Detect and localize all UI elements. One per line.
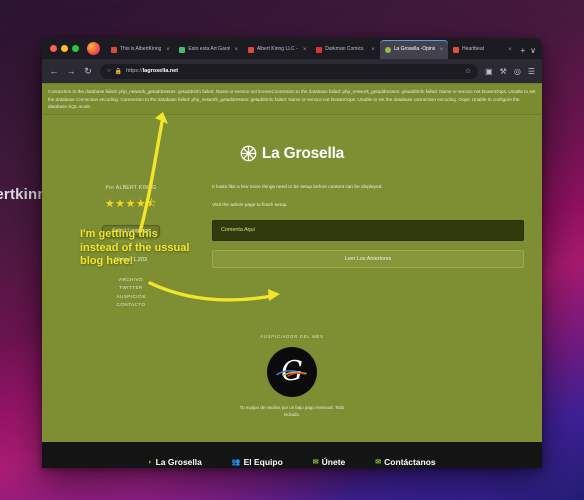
team-icon: 👥: [231, 459, 241, 466]
sponsor-logo[interactable]: G: [267, 346, 317, 397]
window-traffic-lights[interactable]: [48, 38, 85, 59]
footer-label: La Grosella: [155, 457, 202, 467]
tab-close-icon[interactable]: ×: [506, 47, 513, 53]
reload-button[interactable]: ↻: [83, 66, 93, 77]
desktop: bertkinn This is AlbertKinng.com × Esto …: [0, 0, 584, 500]
grosella-wheel-icon: ◐: [148, 458, 153, 466]
minimize-window-button[interactable]: [61, 45, 68, 52]
url-text: https://lagrosella.net: [126, 68, 179, 74]
comment-input[interactable]: Comenta Aqui: [212, 219, 524, 241]
read-previous-button[interactable]: Leer Los Anteriores: [212, 249, 524, 268]
sponsor-tagline: Tu equipo de medios por un bajo pago men…: [239, 404, 345, 418]
tab-close-icon[interactable]: ×: [301, 47, 308, 53]
maximize-window-button[interactable]: [72, 45, 79, 52]
account-icon[interactable]: ⚒: [500, 67, 507, 76]
setup-notice-line2: Visit the admin page to finish setup.: [212, 202, 288, 208]
tab-close-icon[interactable]: ×: [438, 47, 445, 53]
sidebar-item-twitter[interactable]: TWITTER: [60, 284, 202, 293]
footer-item-contactanos[interactable]: ✉ Contáctanos: [375, 457, 435, 467]
browser-tab[interactable]: Darkman Comics ×: [311, 40, 379, 59]
firefox-icon: [87, 42, 100, 55]
browser-tab-active[interactable]: La Grosella -Opinion que no ×: [379, 40, 449, 59]
footer-item-la-grosella[interactable]: ◐ La Grosella: [148, 457, 202, 467]
tab-favicon-icon: [247, 46, 254, 53]
site-title: La Grosella: [261, 144, 345, 162]
close-window-button[interactable]: [50, 45, 57, 52]
tab-close-icon[interactable]: ×: [164, 47, 171, 53]
footer-label: El Equipo: [243, 457, 283, 467]
tab-title: La Grosella -Opinion que no: [393, 46, 435, 52]
tab-strip: This is AlbertKinng.com × Esto esta Art …: [42, 38, 542, 59]
back-button[interactable]: ←: [49, 66, 59, 76]
tab-actions: + ∨: [516, 46, 542, 59]
sponsor-label: AUSPICIADOR DEL MES: [260, 333, 324, 339]
browser-tab[interactable]: Albert Kinng LLC - Albert K ×: [243, 40, 311, 59]
shield-icon[interactable]: ○: [107, 68, 111, 74]
database-error-banner: Connection to the database failed: php_n…: [42, 83, 542, 115]
footer-item-unete[interactable]: ✉ Únete: [313, 457, 346, 467]
sidebar-item-archivo[interactable]: ARCHIVO: [60, 276, 202, 285]
site-footer: ◐ La Grosella 👥 El Equipo ✉ Únete ✉ Cont…: [42, 442, 542, 468]
new-tab-button[interactable]: +: [520, 46, 525, 55]
tab-close-icon[interactable]: ×: [233, 47, 240, 53]
join-icon: ✉: [312, 459, 319, 466]
save-to-pocket-icon[interactable]: ▣: [485, 67, 493, 76]
footer-item-el-equipo[interactable]: 👥 El Equipo: [232, 457, 283, 467]
sponsor-swoosh-icon: [276, 369, 307, 377]
navigation-bar: ← → ↻ ○ 🔒 https://lagrosella.net ☆ ▣ ⚒ ◎…: [42, 59, 542, 83]
toolbar-actions: ▣ ⚒ ◎ ☰: [485, 67, 535, 76]
browser-tab[interactable]: Heartbeat ×: [448, 40, 516, 59]
sidebar-item-auspicios[interactable]: AUSPICIOS: [60, 293, 202, 302]
tab-title: Heartbeat: [462, 46, 484, 52]
footer-label: Contáctanos: [384, 457, 436, 467]
annotation-text: I'm getting this instead of the ussual b…: [80, 228, 190, 267]
setup-notice-line1: It looks like a few more things need to …: [212, 184, 383, 190]
bookmark-star-icon[interactable]: ☆: [465, 67, 471, 75]
tab-favicon-icon: [179, 46, 186, 53]
tab-title: Darkman Comics: [325, 46, 364, 52]
lock-icon[interactable]: 🔒: [115, 68, 122, 75]
sponsor-section: AUSPICIADOR DEL MES G Tu equipo de medio…: [42, 334, 542, 419]
notifications-icon[interactable]: ◎: [514, 67, 521, 76]
footer-label: Únete: [321, 457, 346, 467]
site-header: La Grosella: [42, 115, 542, 167]
list-all-tabs-icon[interactable]: ∨: [530, 46, 536, 55]
tab-close-icon[interactable]: ×: [370, 47, 377, 53]
menu-icon[interactable]: ☰: [528, 67, 535, 76]
wallpaper-text: bertkinn: [0, 186, 47, 203]
rating-stars: ★★★★⯪: [104, 197, 158, 210]
tab-title: Esto esta Art Garotel: [188, 46, 230, 52]
tab-favicon-icon: [111, 46, 117, 53]
web-page-content: Connection to the database failed: php_n…: [42, 83, 542, 468]
tab-favicon-icon: [453, 46, 460, 53]
main-column: It looks like a few more things need to …: [212, 181, 524, 310]
tab-title: This is AlbertKinng.com: [120, 46, 162, 52]
tab-favicon-icon: [316, 46, 323, 53]
mail-icon: ✉: [375, 459, 382, 466]
sidebar-item-contacto[interactable]: CONTACTO: [60, 301, 202, 310]
author-byline: Por ALBERT KINNG: [105, 184, 157, 191]
browser-tab[interactable]: Esto esta Art Garotel ×: [174, 40, 242, 59]
tab-favicon-icon: [384, 46, 391, 53]
browser-tab[interactable]: This is AlbertKinng.com ×: [106, 40, 174, 59]
grosella-wheel-icon: [240, 145, 257, 162]
forward-button[interactable]: →: [66, 66, 76, 76]
address-bar[interactable]: ○ 🔒 https://lagrosella.net ☆: [100, 63, 479, 79]
tab-title: Albert Kinng LLC - Albert K: [256, 46, 298, 52]
sidebar-menu: ARCHIVO TWITTER AUSPICIOS CONTACTO: [60, 276, 202, 310]
